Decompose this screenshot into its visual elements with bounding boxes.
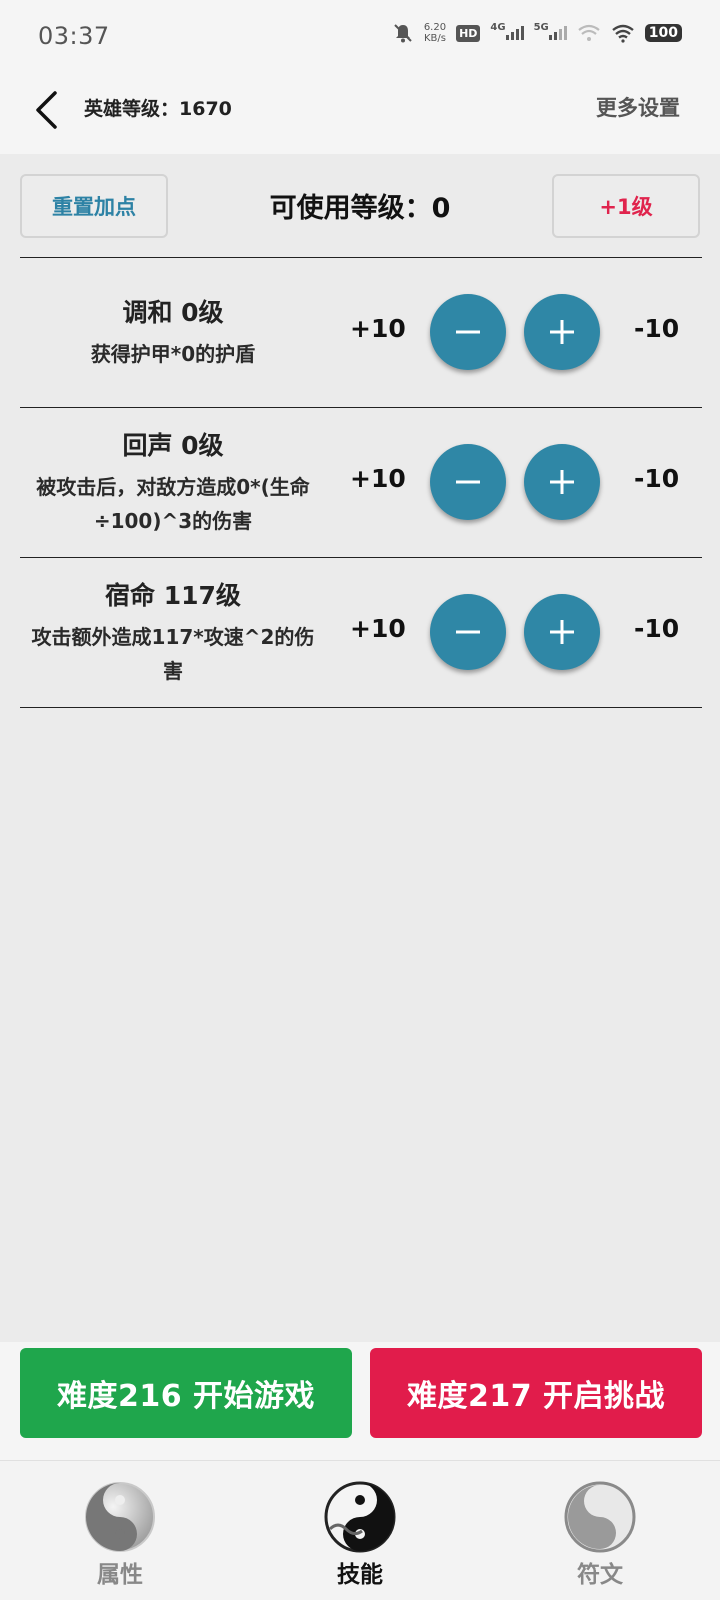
decrement-amount: -10 <box>634 614 680 643</box>
skill-title: 回声 0级 <box>122 431 224 460</box>
decrease-button[interactable] <box>430 444 506 520</box>
reset-points-button[interactable]: 重置加点 <box>20 174 168 238</box>
net-speed-unit: KB/s <box>423 33 446 44</box>
signal-5g-icon: 5G <box>534 22 567 40</box>
net-speed-value: 6.20 <box>423 22 447 33</box>
back-button[interactable] <box>26 86 66 134</box>
yin-yang-icon <box>84 1481 156 1553</box>
header: 英雄等级：1670 更多设置 <box>0 74 720 154</box>
skill-title: 调和 0级 <box>122 298 224 327</box>
status-time: 03:37 <box>38 22 110 50</box>
skill-description: 获得护甲*0的护盾 <box>90 342 256 366</box>
hd-badge: HD <box>456 24 481 42</box>
wifi-off-icon <box>578 24 600 41</box>
battery-indicator: 100 <box>644 24 682 42</box>
increment-amount: +10 <box>350 464 406 493</box>
skill-info: 调和 0级 获得护甲*0的护盾 <box>20 258 326 406</box>
increase-button[interactable] <box>524 294 600 370</box>
signal-5g-label: 5G <box>533 22 549 33</box>
chevron-left-icon <box>36 91 57 129</box>
skill-info: 宿命 117级 攻击额外造成117*攻速^2的伤害 <box>20 558 326 706</box>
increment-amount: +10 <box>350 314 406 343</box>
increase-button[interactable] <box>524 444 600 520</box>
available-level: 可使用等级：0 <box>269 193 451 224</box>
mute-bell-icon <box>394 24 412 43</box>
skill-row: 调和 0级 获得护甲*0的护盾 +10 -10 <box>20 258 702 406</box>
tab-skills[interactable]: 技能 <box>260 1461 460 1600</box>
tab-label: 符文 <box>577 1562 623 1588</box>
increment-amount: +10 <box>350 614 406 643</box>
minus-icon <box>456 630 480 634</box>
decrement-amount: -10 <box>634 464 680 493</box>
tab-label: 技能 <box>337 1562 383 1588</box>
divider <box>20 707 702 708</box>
net-speed: 6.20 KB/s <box>424 22 446 44</box>
skill-title: 宿命 117级 <box>105 581 241 610</box>
hero-level: 英雄等级：1670 <box>84 98 232 120</box>
increase-button[interactable] <box>524 594 600 670</box>
minus-icon <box>456 330 480 334</box>
plus-icon <box>550 470 574 494</box>
status-bar: 03:37 6.20 KB/s HD 4G 5G 100 <box>0 0 720 74</box>
wifi-icon <box>612 24 634 43</box>
decrement-amount: -10 <box>634 314 680 343</box>
plus-icon <box>550 320 574 344</box>
yin-yang-wave-icon <box>324 1481 396 1553</box>
plus-one-level-button[interactable]: +1级 <box>552 174 700 238</box>
more-settings-link[interactable]: 更多设置 <box>596 92 680 122</box>
skill-row: 宿命 117级 攻击额外造成117*攻速^2的伤害 +10 -10 <box>20 558 702 706</box>
decrease-button[interactable] <box>430 594 506 670</box>
skill-description: 被攻击后，对敌方造成0*(生命÷100)^3的伤害 <box>36 475 310 533</box>
rune-emblem-icon <box>564 1481 636 1553</box>
minus-icon <box>456 480 480 484</box>
bottom-nav: 属性 技能 符文 <box>0 1460 720 1600</box>
tab-runes[interactable]: 符文 <box>500 1461 700 1600</box>
signal-4g-icon: 4G <box>490 22 524 40</box>
skill-row: 回声 0级 被攻击后，对敌方造成0*(生命÷100)^3的伤害 +10 -10 <box>20 408 702 556</box>
tab-attributes[interactable]: 属性 <box>20 1461 220 1600</box>
status-icons: 6.20 KB/s HD 4G 5G 100 <box>392 22 682 44</box>
skill-description: 攻击额外造成117*攻速^2的伤害 <box>31 625 315 683</box>
plus-icon <box>550 620 574 644</box>
signal-4g-label: 4G <box>490 22 506 33</box>
decrease-button[interactable] <box>430 294 506 370</box>
tab-label: 属性 <box>97 1562 143 1588</box>
start-challenge-button[interactable]: 难度217 开启挑战 <box>370 1348 702 1438</box>
skill-info: 回声 0级 被攻击后，对敌方造成0*(生命÷100)^3的伤害 <box>20 408 326 556</box>
start-game-button[interactable]: 难度216 开始游戏 <box>20 1348 352 1438</box>
